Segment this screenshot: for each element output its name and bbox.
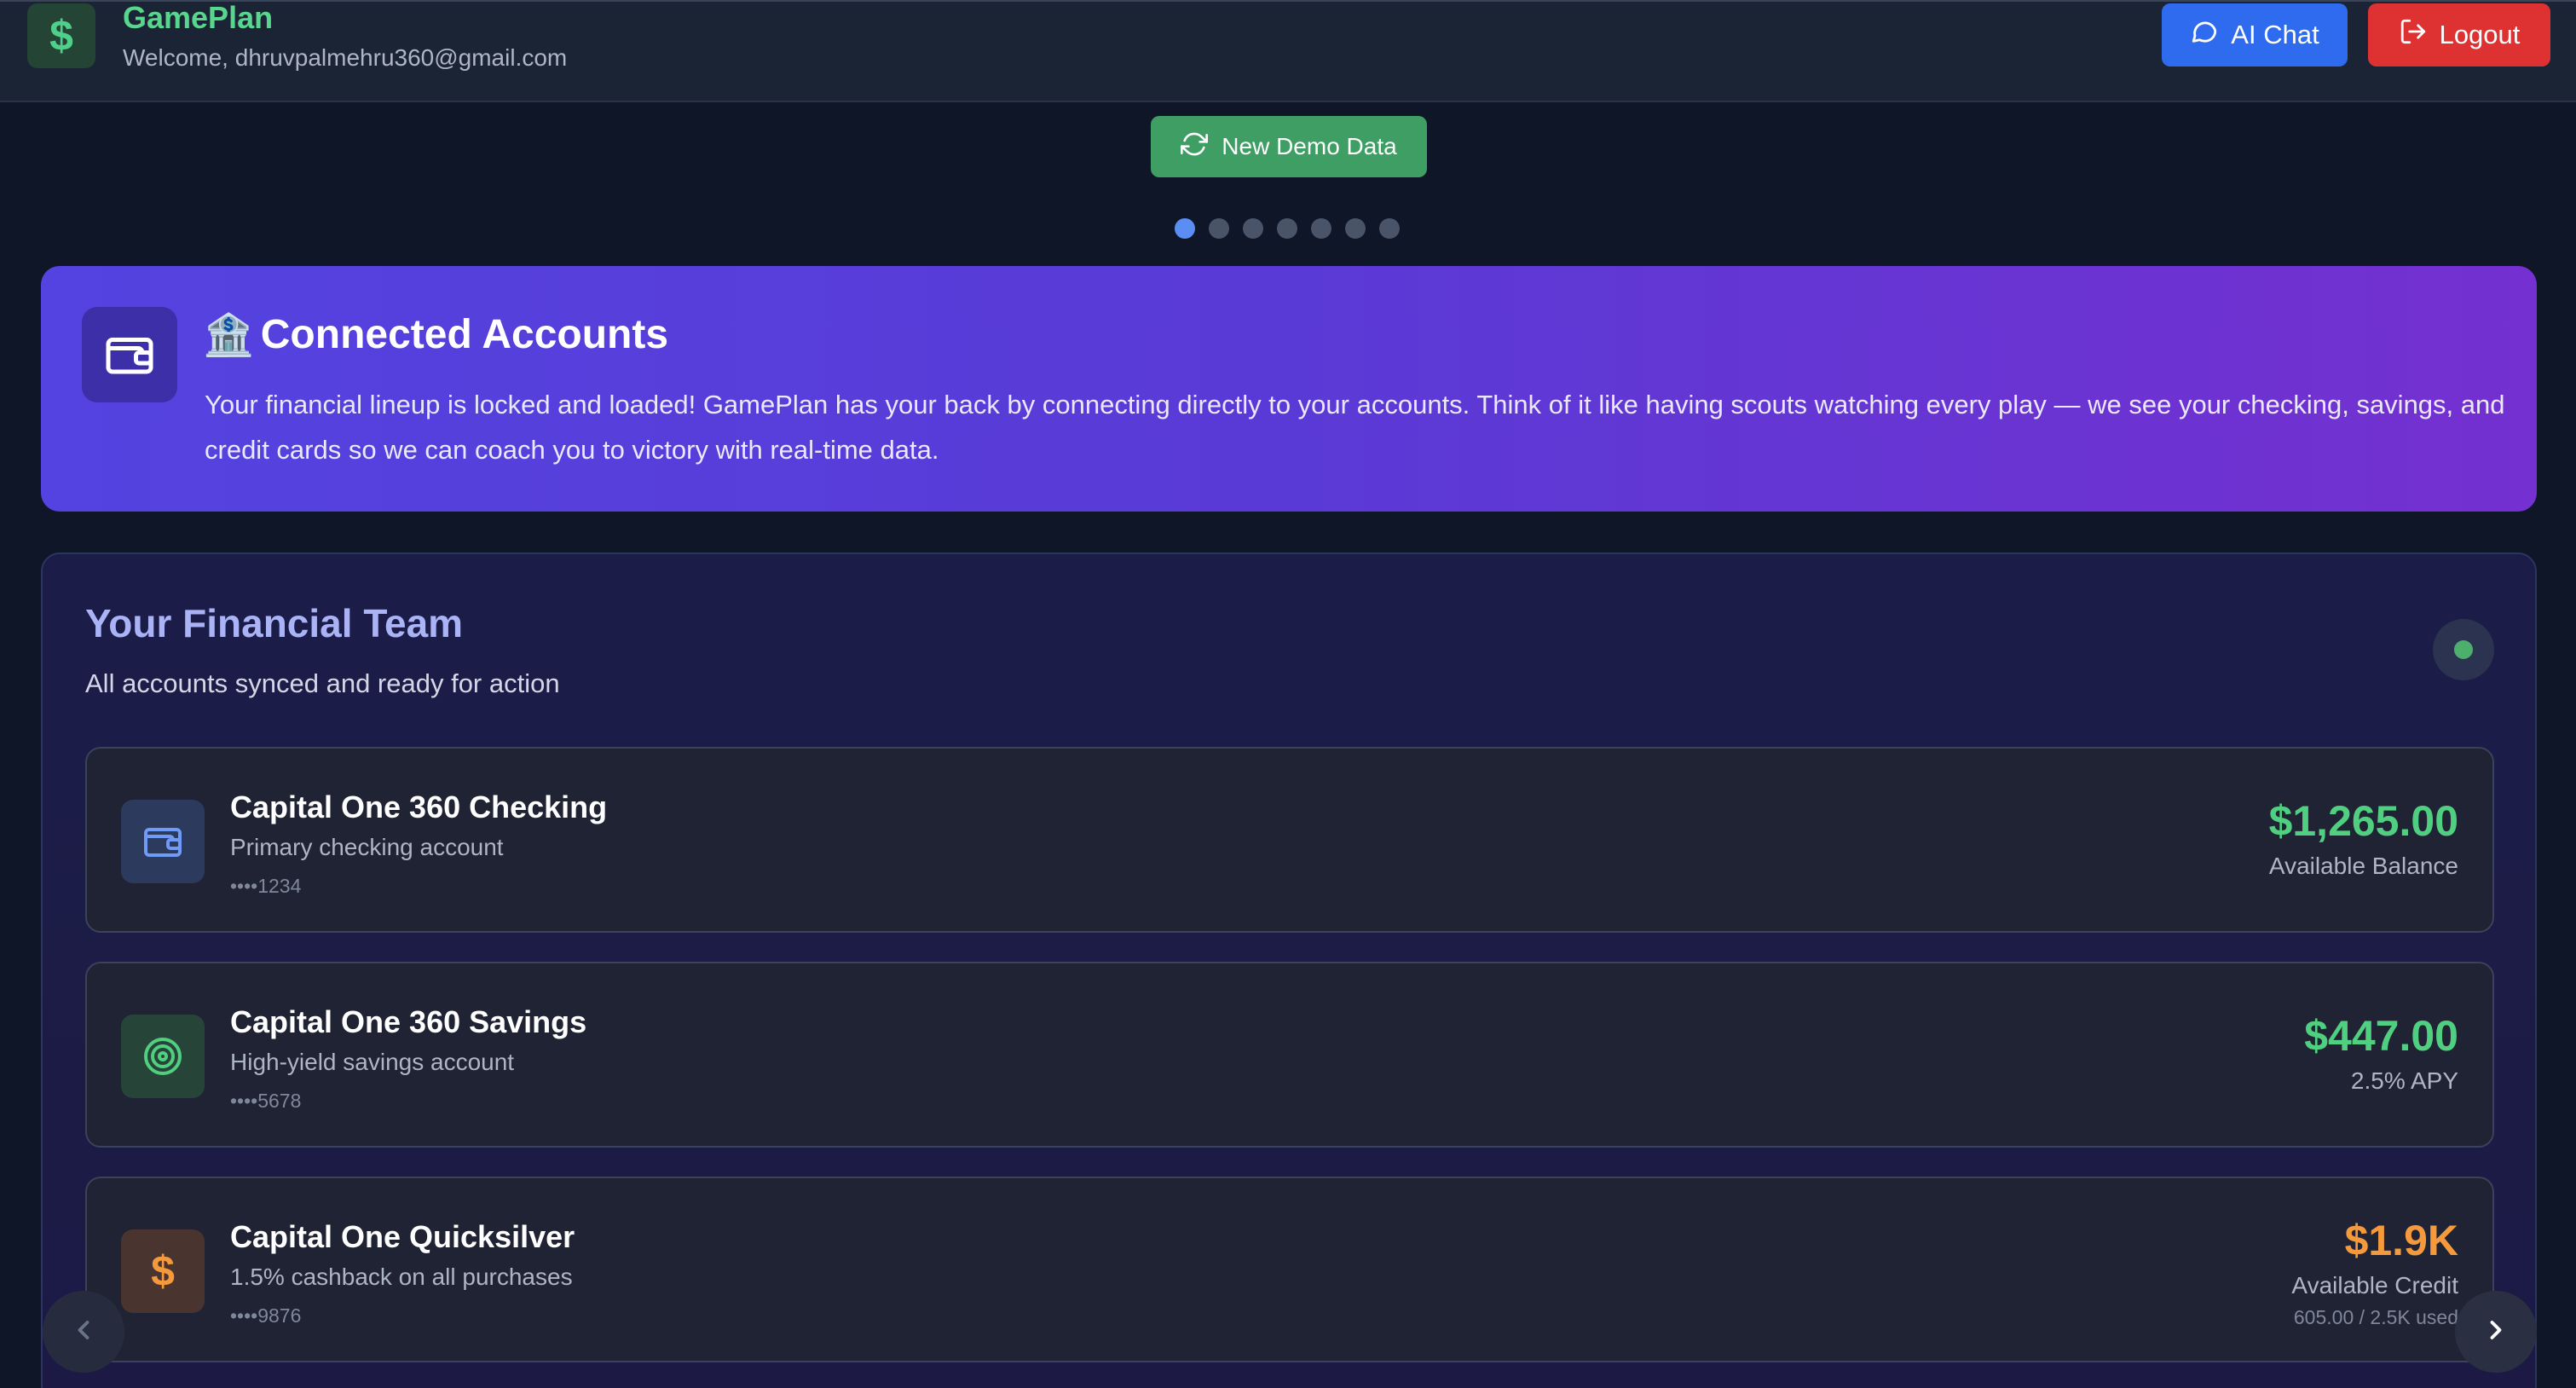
app-header: $ GamePlan Welcome, dhruvpalmehru360@gma… xyxy=(0,0,2576,102)
dollar-icon: $ xyxy=(121,1229,205,1313)
banner-title-text: Connected Accounts xyxy=(260,312,669,357)
status-dot-icon xyxy=(2454,640,2473,659)
logout-icon xyxy=(2399,17,2428,53)
account-number: ••••9876 xyxy=(230,1304,302,1327)
wallet-icon xyxy=(82,307,177,402)
ai-chat-button[interactable]: AI Chat xyxy=(2162,3,2348,67)
welcome-text: Welcome, dhruvpalmehru360@gmail.com xyxy=(123,44,568,71)
brand-title: GamePlan xyxy=(123,0,274,35)
carousel-prev-button[interactable] xyxy=(43,1291,124,1373)
bank-emoji-icon: 🏦 xyxy=(203,313,254,358)
refresh-icon xyxy=(1181,130,1209,164)
carousel-dot[interactable] xyxy=(1175,218,1195,239)
logout-label: Logout xyxy=(2439,20,2521,49)
carousel-dot[interactable] xyxy=(1311,218,1331,239)
account-name: Capital One Quicksilver xyxy=(230,1219,575,1254)
wallet-icon xyxy=(121,800,205,883)
sync-status-indicator xyxy=(2433,619,2494,680)
account-description: Primary checking account xyxy=(230,834,504,860)
chevron-right-icon xyxy=(2481,1315,2511,1350)
dollar-logo-icon: $ xyxy=(27,3,95,68)
account-number: ••••1234 xyxy=(230,875,302,897)
ai-chat-label: AI Chat xyxy=(2231,20,2319,49)
account-amount: $447.00 xyxy=(2304,1012,2458,1060)
account-amount: $1.9K xyxy=(2344,1217,2458,1264)
carousel-dot[interactable] xyxy=(1243,218,1263,239)
carousel-dot[interactable] xyxy=(1209,218,1229,239)
team-subtitle: All accounts synced and ready for action xyxy=(85,668,560,698)
account-amount-label: Available Balance xyxy=(2268,853,2458,879)
new-demo-data-label: New Demo Data xyxy=(1222,133,1397,159)
banner-title: 🏦 Connected Accounts xyxy=(203,310,668,359)
financial-team-card: Your Financial Team All accounts synced … xyxy=(41,552,2537,1388)
credit-used-text: 605.00 / 2.5K used xyxy=(2293,1306,2458,1328)
team-title: Your Financial Team xyxy=(85,601,464,645)
chevron-left-icon xyxy=(68,1315,99,1350)
carousel-next-button[interactable] xyxy=(2455,1291,2537,1373)
target-icon xyxy=(121,1015,205,1098)
banner-description: Your financial lineup is locked and load… xyxy=(205,390,2505,465)
account-amount-label: 2.5% APY xyxy=(2350,1067,2458,1094)
account-card-quicksilver[interactable]: $ Capital One Quicksilver 1.5% cashback … xyxy=(85,1177,2494,1362)
account-description: High-yield savings account xyxy=(230,1049,515,1075)
account-name: Capital One 360 Savings xyxy=(230,1004,587,1039)
connected-accounts-banner: 🏦 Connected Accounts Your financial line… xyxy=(41,266,2537,512)
logout-button[interactable]: Logout xyxy=(2368,3,2550,67)
carousel-pagination xyxy=(1175,218,1400,239)
carousel-dot[interactable] xyxy=(1379,218,1400,239)
new-demo-data-button[interactable]: New Demo Data xyxy=(1151,116,1427,177)
account-card-savings[interactable]: Capital One 360 Savings High-yield savin… xyxy=(85,962,2494,1148)
account-amount: $1,265.00 xyxy=(2268,797,2458,845)
account-amount-label: Available Credit xyxy=(2291,1272,2458,1298)
carousel-dot[interactable] xyxy=(1277,218,1297,239)
account-name: Capital One 360 Checking xyxy=(230,789,608,824)
carousel-dot[interactable] xyxy=(1345,218,1366,239)
account-number: ••••5678 xyxy=(230,1090,302,1112)
account-description: 1.5% cashback on all purchases xyxy=(230,1264,573,1290)
account-card-checking[interactable]: Capital One 360 Checking Primary checkin… xyxy=(85,747,2494,933)
chat-bubble-icon xyxy=(2190,17,2219,53)
